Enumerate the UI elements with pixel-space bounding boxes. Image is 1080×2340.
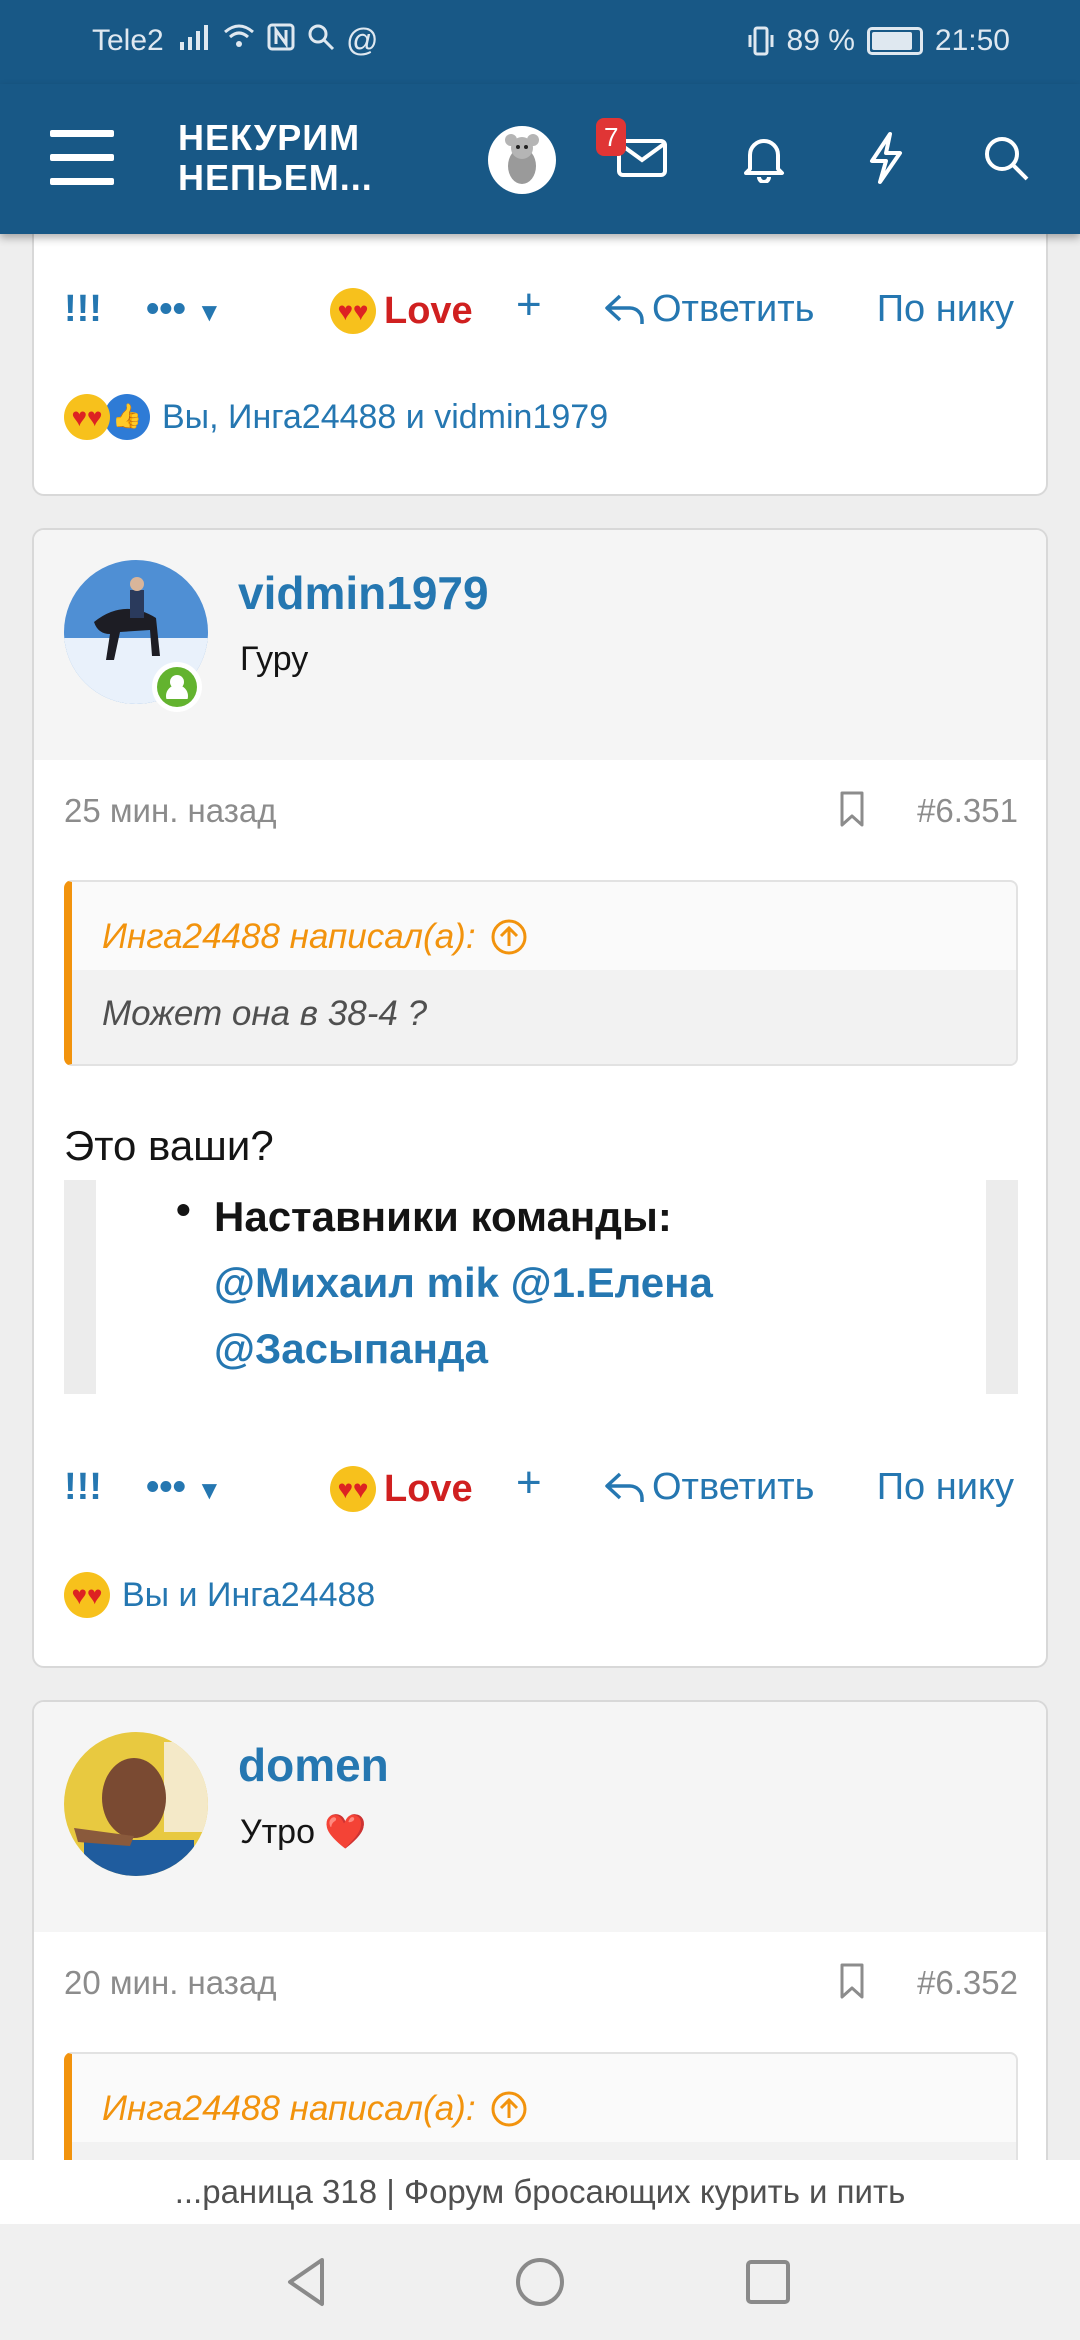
post-number-link[interactable]: #6.352 xyxy=(917,1964,1018,2002)
post-actions: !!! ••• ▼ ♥♥ Love + Ответить По нику xyxy=(34,276,1046,346)
by-nick-button[interactable]: По нику xyxy=(877,1466,1014,1509)
status-icons: @ xyxy=(178,22,378,59)
heart-eyes-emoji-icon: ♥♥ xyxy=(330,1466,376,1512)
love-reaction-button[interactable]: ♥♥ Love xyxy=(330,1466,473,1512)
like-icon: 👍 xyxy=(104,394,150,440)
battery-fill xyxy=(871,32,913,50)
post-card: vidmin1979 Гуру 25 мин. назад #6.351 Инг… xyxy=(32,528,1048,1668)
arrow-up-circle-icon xyxy=(491,2091,527,2127)
by-nick-button[interactable]: По нику xyxy=(877,288,1014,331)
embedded-content: • Наставники команды: @Михаил mik @1.Еле… xyxy=(64,1180,1018,1394)
reply-label: Ответить xyxy=(652,1466,815,1508)
messages-badge: 7 xyxy=(596,118,627,156)
quote-author: Инга24488 написал(а): xyxy=(102,2089,476,2128)
bookmark-icon[interactable] xyxy=(838,790,866,828)
more-menu-button[interactable]: ••• ▼ xyxy=(146,288,222,331)
logo-line-2: НЕПЬЕМ... xyxy=(178,157,373,198)
reply-label: Ответить xyxy=(652,288,815,330)
chevron-down-icon: ▼ xyxy=(196,1475,223,1505)
post-meta: 25 мин. назад #6.351 xyxy=(64,790,1018,830)
system-nav-bar xyxy=(0,2224,1080,2340)
heart-eyes-emoji-icon: ♥♥ xyxy=(330,288,376,334)
quote-text: Может она в 38-4 ? xyxy=(72,970,1016,1064)
mascot-icon xyxy=(505,134,539,184)
vibrate-icon xyxy=(748,26,774,56)
quote-block: Инга24488 написал(а): Может она в 38-4 ? xyxy=(64,880,1018,1066)
user-title: Утро ❤️ xyxy=(240,1813,367,1851)
online-status-icon xyxy=(152,662,202,712)
reactions-summary[interactable]: ♥♥ 👍 Вы, Инга24488 и vidmin1979 xyxy=(64,394,608,440)
at-icon: @ xyxy=(346,22,379,58)
carrier-label: Tele2 xyxy=(92,24,164,57)
embed-list: Наставники команды: @Михаил mik @1.Елена… xyxy=(214,1184,713,1382)
love-label: Love xyxy=(384,1467,473,1510)
status-bar: Tele2 @ 89 % 21:50 xyxy=(0,0,1080,84)
chevron-down-icon: ▼ xyxy=(196,297,223,327)
mentions-line[interactable]: @Михаил mik @1.Елена xyxy=(214,1250,713,1316)
battery-icon xyxy=(866,27,923,55)
user-title: Гуру xyxy=(240,640,309,678)
quote-author: Инга24488 написал(а): xyxy=(102,917,476,956)
post-number-link[interactable]: #6.351 xyxy=(917,792,1018,830)
mentions-line[interactable]: @Засыпанда xyxy=(214,1316,713,1382)
reply-button[interactable]: Ответить xyxy=(604,288,814,331)
wifi-icon xyxy=(224,24,254,47)
heart-eyes-emoji-icon: ♥♥ xyxy=(64,394,110,440)
bell-icon[interactable] xyxy=(734,128,794,188)
logo-line-1: НЕКУРИМ xyxy=(178,117,361,158)
post-time-link[interactable]: 25 мин. назад xyxy=(64,792,277,829)
clock: 21:50 xyxy=(934,24,1010,57)
love-label: Love xyxy=(384,289,473,332)
home-icon[interactable] xyxy=(510,2252,570,2312)
bullet: • xyxy=(176,1186,191,1233)
post-meta: 20 мин. назад #6.352 xyxy=(64,1962,1018,2002)
quote-header[interactable]: Инга24488 написал(а): xyxy=(72,882,1016,970)
search-icon[interactable] xyxy=(976,128,1036,188)
arrow-up-circle-icon xyxy=(491,919,527,955)
love-reaction-button[interactable]: ♥♥ Love xyxy=(330,288,473,334)
reply-icon xyxy=(605,294,644,324)
embed-heading: Наставники команды: xyxy=(214,1193,672,1240)
post-user-header: domen Утро ❤️ xyxy=(34,1702,1046,1932)
post-actions: !!! ••• ▼ ♥♥ Love + Ответить По нику xyxy=(34,1454,1046,1524)
status-right: 89 % 21:50 xyxy=(747,24,1010,58)
post-body-text: Это ваши? xyxy=(64,1122,274,1169)
heart-eyes-emoji-icon: ♥♥ xyxy=(64,1572,110,1618)
more-menu-button[interactable]: ••• ▼ xyxy=(146,1466,222,1509)
back-icon[interactable] xyxy=(278,2252,338,2312)
username-link[interactable]: vidmin1979 xyxy=(238,566,489,620)
post-time-link[interactable]: 20 мин. назад xyxy=(64,1964,277,2001)
multi-quote-button[interactable]: + xyxy=(516,1458,542,1508)
page-title-bar: ...раница 318 | Форум бросающих курить и… xyxy=(0,2160,1080,2224)
more-label: ••• xyxy=(146,1466,186,1508)
report-button[interactable]: !!! xyxy=(64,1466,102,1509)
quote-header[interactable]: Инга24488 написал(а): xyxy=(72,2054,1016,2142)
signal-icon xyxy=(180,25,208,50)
reply-icon xyxy=(605,1472,644,1502)
site-logo[interactable]: НЕКУРИМ НЕПЬЕМ... xyxy=(178,118,373,198)
bookmark-icon[interactable] xyxy=(838,1962,866,2000)
post-card: !!! ••• ▼ ♥♥ Love + Ответить По нику ♥♥ 👍… xyxy=(32,200,1048,496)
user-avatar[interactable] xyxy=(64,1732,208,1876)
account-avatar[interactable] xyxy=(488,126,556,194)
reactions-text: Вы и Инга24488 xyxy=(122,1575,376,1614)
reactions-text: Вы, Инга24488 и vidmin1979 xyxy=(162,397,609,436)
report-button[interactable]: !!! xyxy=(64,288,102,331)
post-user-header: vidmin1979 Гуру xyxy=(34,530,1046,760)
reply-button[interactable]: Ответить xyxy=(604,1466,814,1509)
multi-quote-button[interactable]: + xyxy=(516,280,542,330)
nfc-icon xyxy=(267,23,295,51)
app-bar: НЕКУРИМ НЕПЬЕМ... 7 xyxy=(0,84,1080,234)
recents-icon[interactable] xyxy=(738,2252,798,2312)
search-status-icon xyxy=(308,24,335,51)
menu-icon[interactable] xyxy=(50,130,114,186)
lightning-icon[interactable] xyxy=(856,128,916,188)
battery-percent: 89 % xyxy=(786,24,855,57)
reactions-summary[interactable]: ♥♥ Вы и Инга24488 xyxy=(64,1572,375,1618)
more-label: ••• xyxy=(146,288,186,330)
username-link[interactable]: domen xyxy=(238,1738,389,1792)
